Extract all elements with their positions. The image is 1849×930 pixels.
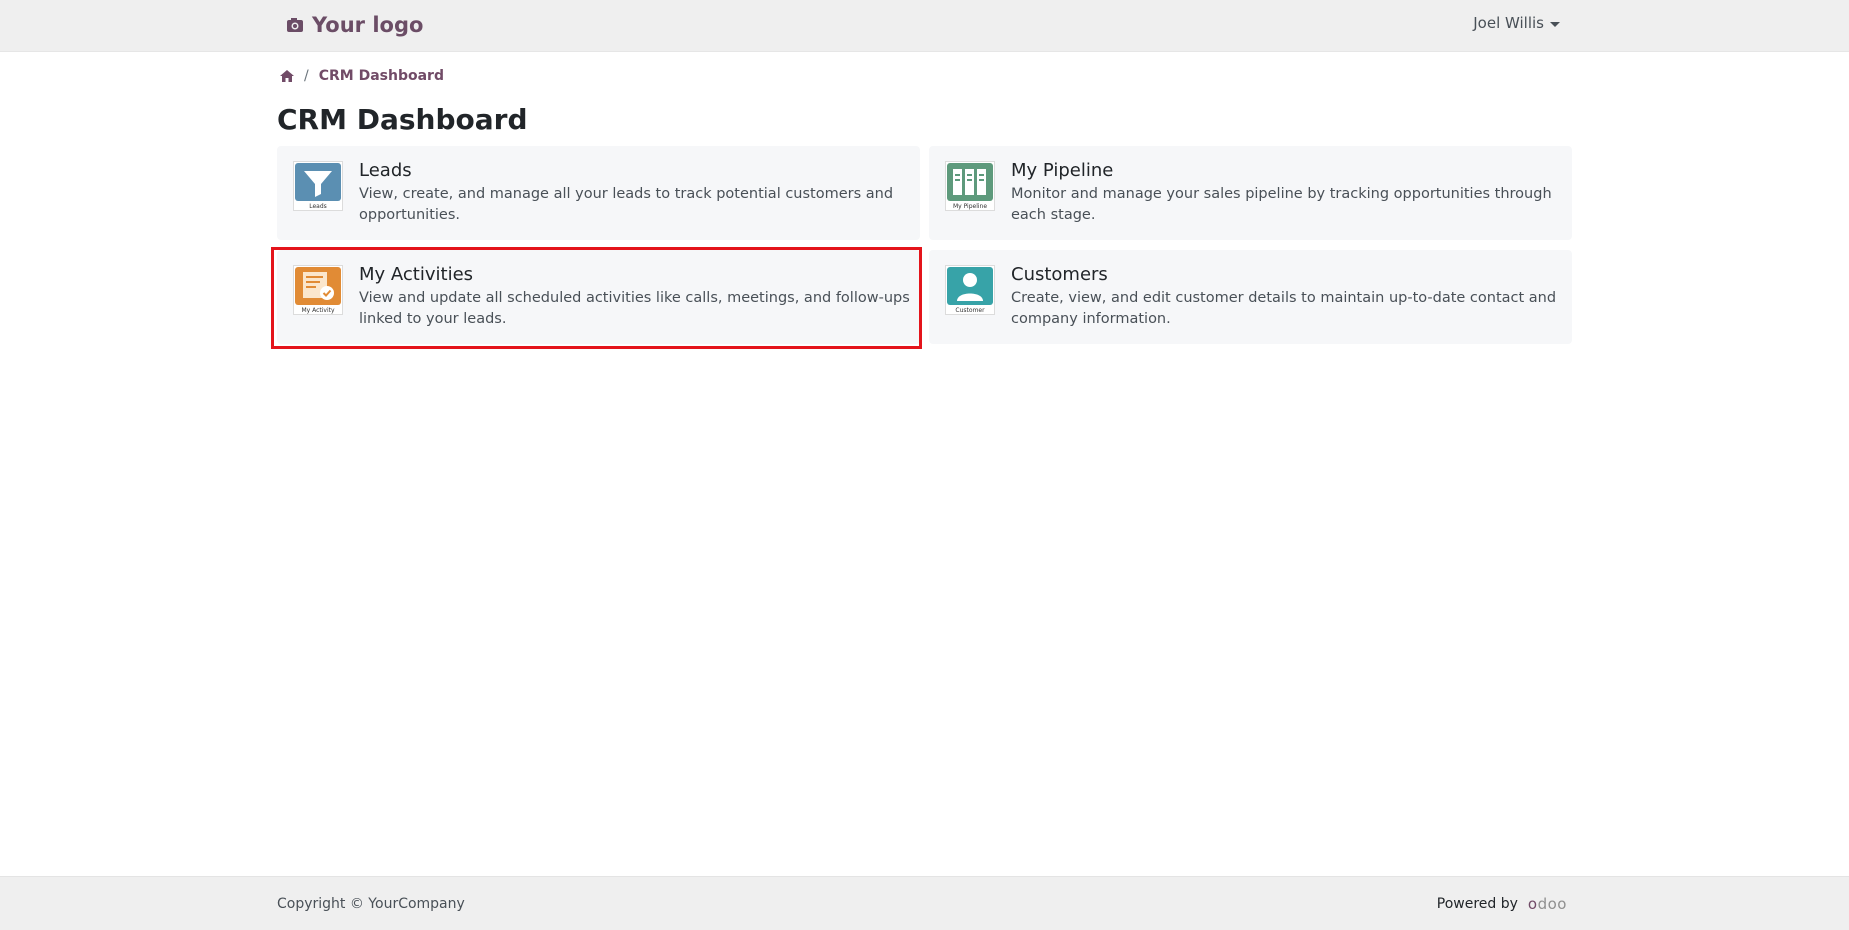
activity-icon-label: My Activity: [301, 307, 335, 314]
card-description: View and update all scheduled activities…: [359, 290, 910, 327]
page-title: CRM Dashboard: [277, 103, 528, 136]
company-logo[interactable]: Your logo: [286, 10, 423, 40]
breadcrumb-separator: /: [304, 68, 309, 84]
pipeline-icon-label: My Pipeline: [953, 203, 987, 210]
odoo-logo-rest: doo: [1537, 895, 1567, 913]
caret-down-icon: [1550, 21, 1560, 27]
logo-text: Your logo: [312, 13, 424, 37]
odoo-logo[interactable]: odoo: [1528, 895, 1567, 913]
copyright-text: Copyright © YourCompany: [277, 896, 465, 912]
breadcrumb-current: CRM Dashboard: [318, 68, 444, 84]
breadcrumb: / CRM Dashboard: [280, 68, 444, 84]
card-title: Customers: [1011, 264, 1108, 285]
leads-icon: Leads: [293, 161, 343, 211]
card-title: My Activities: [359, 264, 474, 285]
card-my-activities[interactable]: My Activity My Activities View and updat…: [277, 250, 920, 344]
camera-icon: [287, 18, 303, 32]
user-menu-dropdown[interactable]: Joel Willis: [1473, 14, 1560, 32]
user-name: Joel Willis: [1473, 14, 1544, 32]
powered-by-label: Powered by: [1436, 896, 1518, 912]
customer-icon-label: Customer: [955, 307, 985, 314]
card-description: View, create, and manage all your leads …: [359, 186, 894, 223]
card-leads[interactable]: Leads Leads View, create, and manage all…: [277, 146, 920, 240]
card-description: Create, view, and edit customer details …: [1011, 290, 1557, 327]
card-title: Leads: [359, 160, 412, 181]
footer: Copyright © YourCompany Powered by odoo: [0, 876, 1849, 930]
pipeline-icon: My Pipeline: [945, 161, 995, 211]
top-navbar: Your logo Joel Willis: [0, 0, 1849, 52]
card-my-pipeline[interactable]: My Pipeline My Pipeline Monitor and mana…: [929, 146, 1572, 240]
activity-icon: My Activity: [293, 265, 343, 315]
customer-icon: Customer: [945, 265, 995, 315]
leads-icon-label: Leads: [309, 203, 327, 210]
card-title: My Pipeline: [1011, 160, 1114, 181]
home-icon[interactable]: [280, 70, 294, 82]
card-customers[interactable]: Customer Customers Create, view, and edi…: [929, 250, 1572, 344]
powered-by: Powered by odoo: [1437, 895, 1567, 913]
card-description: Monitor and manage your sales pipeline b…: [1011, 186, 1552, 223]
